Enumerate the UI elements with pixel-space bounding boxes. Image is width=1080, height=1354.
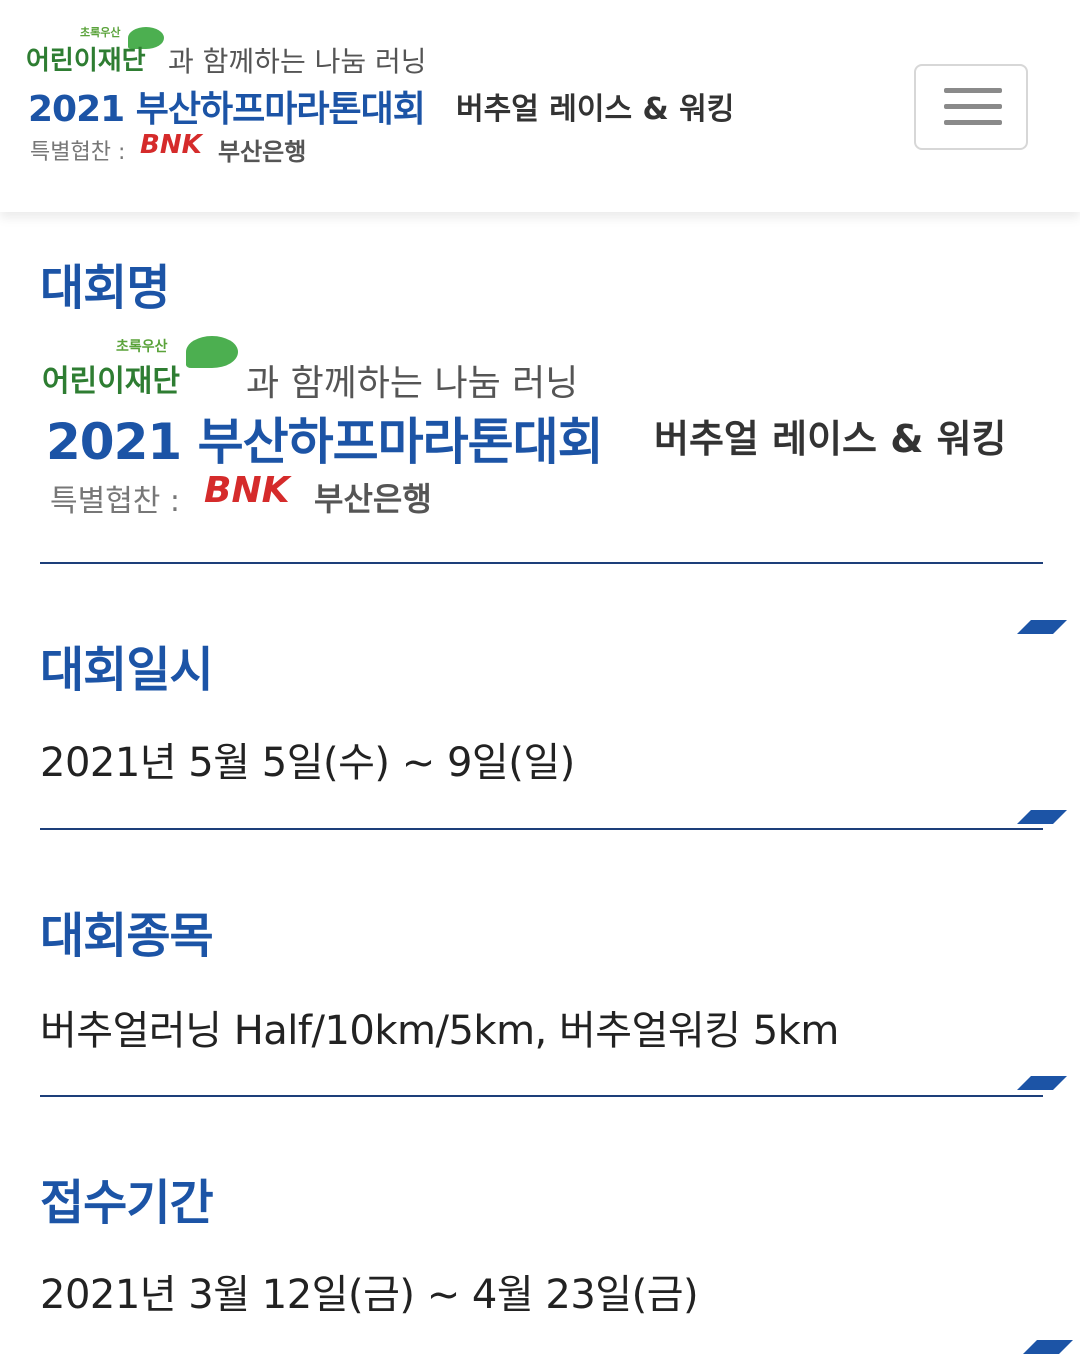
logo-tagline: 초록우산 [80,26,121,39]
section-divider [40,828,1043,830]
logo-sponsor-label: 특별협찬 : [50,484,181,519]
logo-with: 과 함께하는 나눔 러닝 [246,363,579,404]
corner-accent [1017,620,1067,634]
section-value-date: 2021년 5월 5일(수) ~ 9일(일) [40,740,575,786]
section-title-date: 대회일시 [40,642,214,698]
corner-accent [1017,1076,1067,1090]
header-logo[interactable]: 초록우산 어린이재단 과 함께하는 나눔 러닝 2021 부산하프마라톤대회 버… [0,0,760,180]
section-divider [40,1095,1043,1097]
logo-with: 과 함께하는 나눔 러닝 [168,45,427,78]
site-header: 초록우산 어린이재단 과 함께하는 나눔 러닝 2021 부산하프마라톤대회 버… [0,0,1080,212]
logo-bnk: BNK [204,470,290,511]
logo-event: 2021 부산하프마라톤대회 [28,89,426,130]
section-value-registration: 2021년 3월 12일(금) ~ 4월 23일(금) [40,1272,699,1318]
section-title-events: 대회종목 [40,908,214,964]
leaf-icon [186,336,238,368]
section-value-events: 버추얼러닝 Half/10km/5km, 버추얼워킹 5km [40,1008,839,1054]
logo-tagline: 초록우산 [116,339,168,355]
logo-event: 2021 부산하프마라톤대회 [46,413,604,471]
logo-bank: 부산은행 [314,480,432,518]
menu-button[interactable] [914,64,1028,150]
corner-accent [1023,1340,1073,1354]
section-title-registration: 접수기간 [40,1175,214,1231]
logo-virtual: 버추얼 레이스 & 워킹 [654,417,1007,461]
logo-org: 어린이재단 [42,364,180,399]
logo-sponsor-label: 특별협찬 : [30,140,126,165]
section-divider [40,562,1043,564]
logo-bank: 부산은행 [218,138,307,166]
logo-bnk: BNK [140,130,202,160]
logo-org: 어린이재단 [26,46,146,76]
corner-accent [1017,810,1067,824]
logo-virtual: 버추얼 레이스 & 워킹 [456,92,735,127]
